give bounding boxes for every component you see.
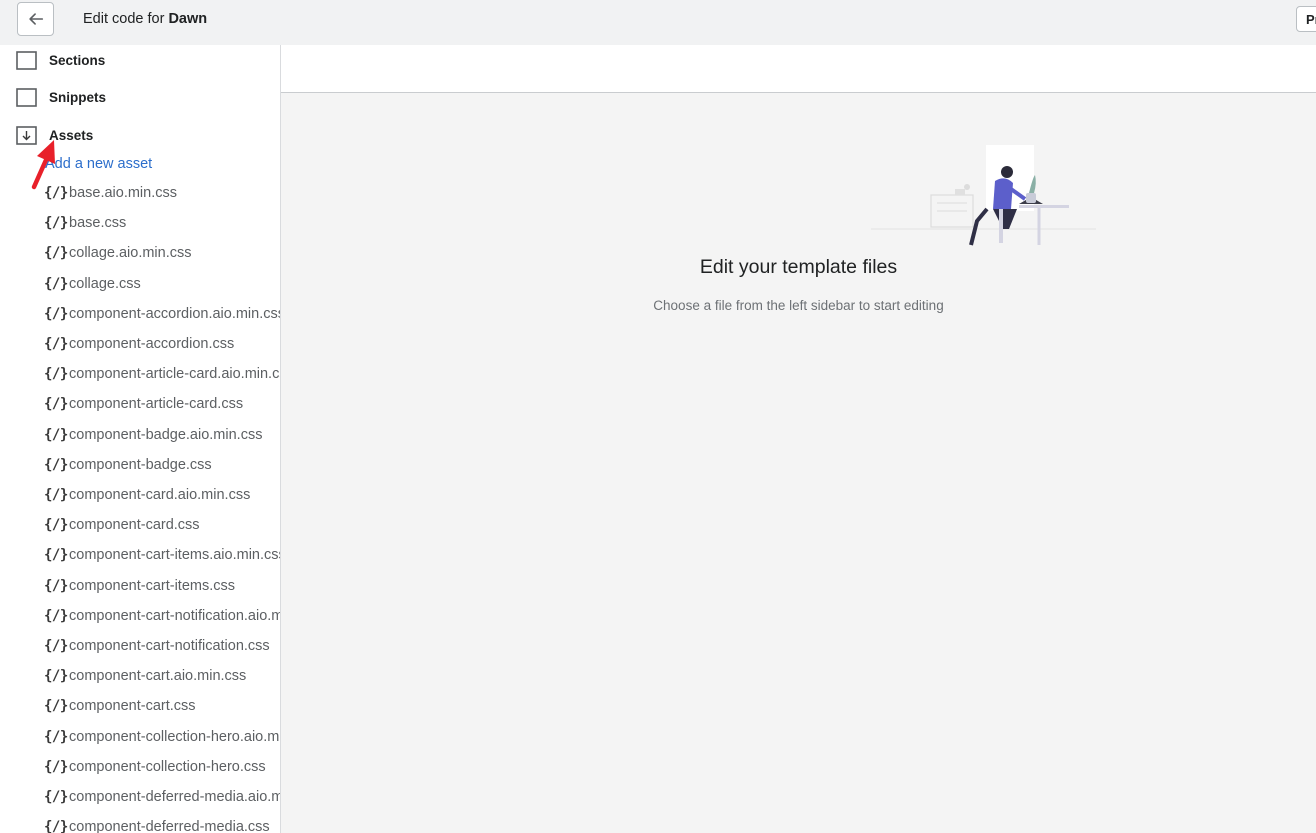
code-file-icon: {/} (44, 668, 68, 685)
asset-file-item[interactable]: {/} component-article-card.css (44, 393, 243, 415)
asset-file-item[interactable]: {/} component-badge.aio.min.css (44, 424, 262, 446)
asset-file-name: collage.aio.min.css (69, 245, 192, 262)
code-file-icon: {/} (44, 396, 68, 413)
asset-file-name: component-cart-items.css (69, 577, 235, 594)
asset-file-name: component-badge.css (69, 456, 212, 473)
asset-file-name: component-cart-notification.css (69, 638, 270, 654)
code-file-icon: {/} (44, 275, 68, 292)
asset-file-name: component-card.aio.min.css (69, 487, 251, 503)
editor-tab-bar (281, 45, 1316, 93)
asset-file-item[interactable]: {/} base.aio.min.css (44, 182, 177, 204)
asset-file-name: base.css (69, 215, 127, 232)
asset-file-item[interactable]: {/}component-cart-notification.aio.min.c… (44, 605, 280, 627)
code-file-icon: {/} (44, 245, 68, 262)
asset-file-name: component-card.css (69, 517, 200, 534)
code-file-icon: {/} (44, 547, 68, 564)
asset-file-name: base.aio.min.css (69, 185, 177, 201)
asset-file-item[interactable]: {/} component-cart.aio.min.css (44, 665, 246, 687)
back-button[interactable] (17, 2, 54, 36)
code-file-icon: {/} (44, 336, 68, 352)
asset-file-item[interactable]: {/} component-article-card.aio.min.css (44, 363, 281, 385)
asset-file-name: component-accordion.aio.min.css (69, 305, 281, 322)
page-title-prefix: Edit code for (83, 11, 165, 27)
code-file-icon: {/} (44, 577, 68, 594)
asset-file-name: component-cart.css (69, 698, 196, 715)
annotation-arrow (31, 140, 55, 190)
asset-file-name: collage.css (69, 275, 141, 292)
asset-file-item[interactable]: {/} component-cart.css (44, 695, 196, 717)
code-file-icon: {/} (44, 728, 68, 745)
asset-file-name: component-deferred-media.css (69, 819, 270, 833)
code-file-icon: {/} (44, 305, 68, 322)
folder-icon (16, 50, 37, 70)
file-sidebar: Sections Snippets Assets Add a new asset… (0, 45, 281, 833)
code-file-icon: {/} (44, 607, 68, 624)
asset-file-name: component-accordion.css (69, 336, 235, 352)
code-file-icon: {/} (44, 215, 68, 232)
top-bar: Edit code for Dawn Preview (0, 0, 1316, 45)
folder-label: Sections (49, 52, 106, 68)
preview-button[interactable]: Preview (1296, 6, 1316, 32)
code-file-icon: {/} (44, 698, 68, 715)
asset-file-name: component-cart.aio.min.css (69, 668, 247, 685)
asset-file-name: component-cart-items.aio.min.css (69, 547, 281, 564)
asset-file-name: component-badge.aio.min.css (69, 426, 263, 443)
asset-file-item[interactable]: {/} component-badge.css (44, 454, 212, 476)
code-file-icon: {/} (44, 426, 68, 443)
arrow-left-icon (28, 13, 43, 25)
asset-file-item[interactable]: {/} base.css (44, 212, 126, 234)
asset-file-item[interactable]: {/} component-accordion.css (44, 333, 234, 355)
asset-file-item[interactable]: {/} component-deferred-media.css (44, 816, 270, 833)
asset-file-item[interactable]: {/} component-accordion.aio.min.css (44, 303, 281, 325)
code-file-icon: {/} (44, 819, 68, 833)
asset-file-name: component-collection-hero.aio.min.css (69, 728, 281, 745)
code-file-icon: {/} (44, 638, 68, 654)
code-file-icon: {/} (44, 487, 68, 503)
folder-snippets[interactable]: Snippets (16, 86, 106, 108)
asset-file-item[interactable]: {/} component-cart-items.aio.min.css (44, 544, 281, 566)
empty-state-subtitle: Choose a file from the left sidebar to s… (653, 298, 944, 313)
code-file-icon: {/} (44, 456, 68, 473)
asset-file-item[interactable]: {/}component-deferred-media.aio.min.css (44, 786, 280, 808)
asset-file-item[interactable]: {/} component-cart-items.css (44, 575, 235, 597)
folder-icon (16, 87, 37, 107)
person-at-desk-illustration (871, 145, 1096, 246)
asset-file-item[interactable]: {/} component-collection-hero.css (44, 756, 266, 778)
asset-file-name: component-collection-hero.css (69, 758, 266, 775)
asset-file-name: component-cart-notification.aio.min.css (69, 607, 280, 624)
asset-file-item[interactable]: {/} collage.aio.min.css (44, 242, 192, 264)
asset-file-name: component-article-card.css (69, 396, 244, 413)
code-file-icon: {/} (44, 517, 68, 534)
code-file-icon: {/} (44, 758, 68, 775)
folder-label: Snippets (49, 89, 107, 105)
asset-file-item[interactable]: {/} collage.css (44, 273, 141, 295)
code-file-icon: {/} (44, 789, 68, 805)
folder-sections[interactable]: Sections (16, 49, 105, 71)
page-title: Edit code for Dawn (83, 11, 207, 27)
editor-area: Edit your template files Choose a file f… (281, 45, 1316, 833)
asset-file-item[interactable]: {/}component-collection-hero.aio.min.css (44, 726, 281, 748)
asset-file-item[interactable]: {/} component-cart-notification.css (44, 635, 270, 657)
theme-name: Dawn (168, 11, 208, 27)
code-file-icon: {/} (44, 366, 68, 383)
asset-file-item[interactable]: {/} component-card.css (44, 514, 200, 536)
asset-file-name: component-deferred-media.aio.min.css (69, 789, 280, 805)
empty-state-title: Edit your template files (699, 256, 898, 278)
asset-file-item[interactable]: {/} component-card.aio.min.css (44, 484, 250, 506)
asset-file-name: component-article-card.aio.min.css (69, 366, 281, 383)
